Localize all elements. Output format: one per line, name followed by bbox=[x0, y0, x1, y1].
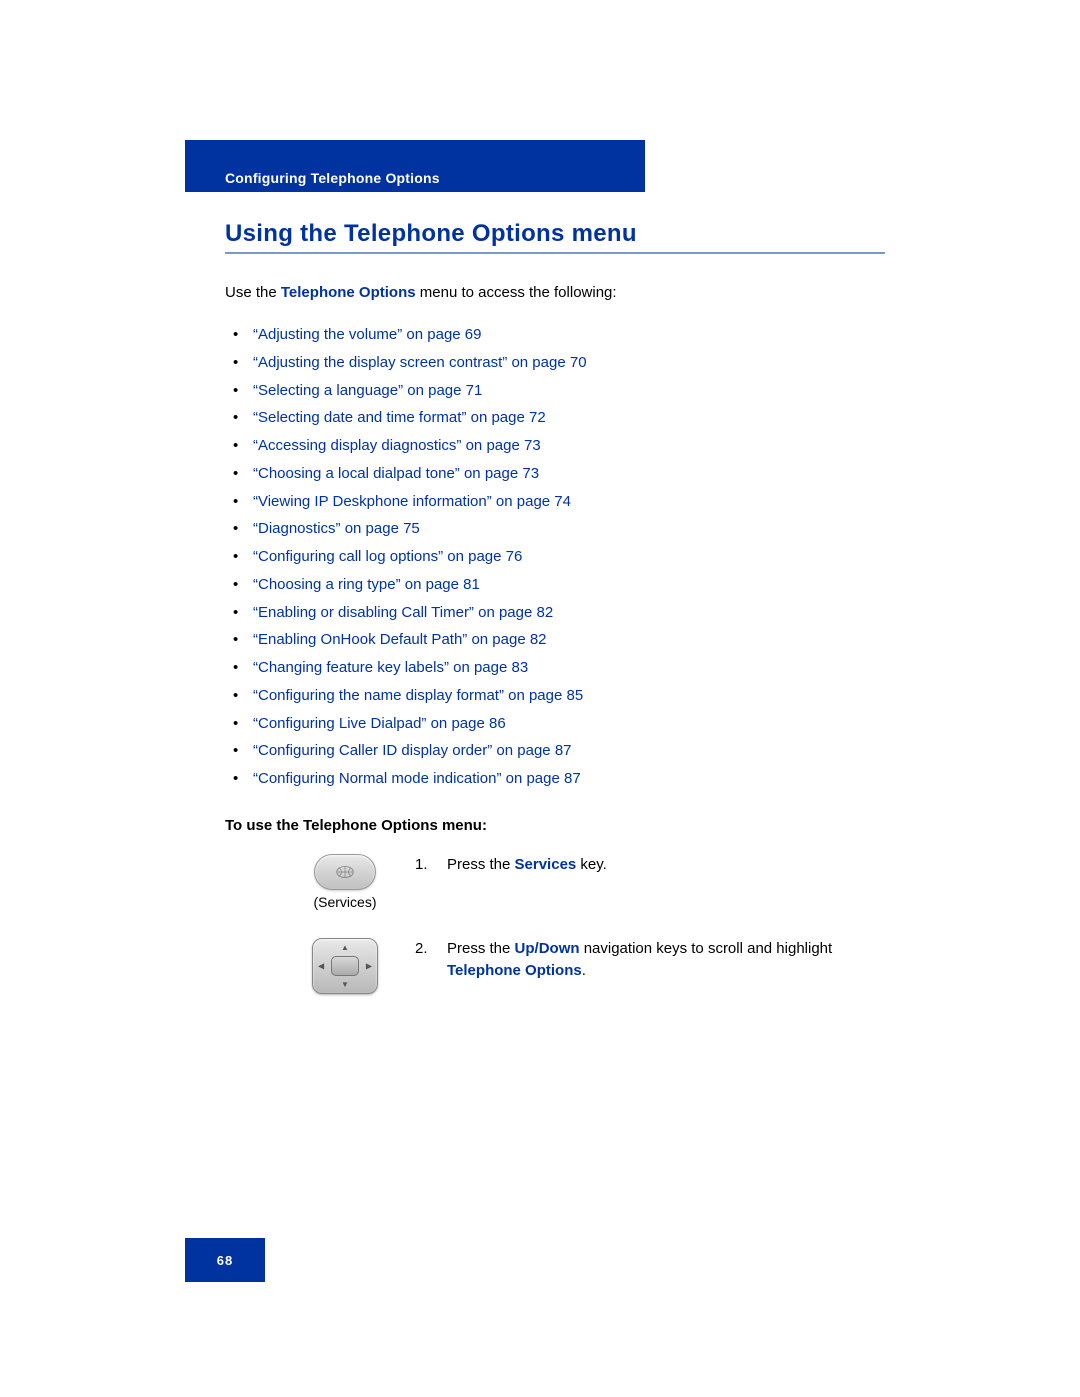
step-2-row: ▲ ▼ ◀ ▶ 2. Press the Up/Down navigation … bbox=[225, 938, 885, 994]
step-2-text: 2. Press the Up/Down navigation keys to … bbox=[415, 938, 885, 983]
step-number: 1. bbox=[415, 854, 433, 877]
xref-link[interactable]: “Diagnostics” on page 75 bbox=[253, 515, 885, 543]
xref-link[interactable]: “Choosing a ring type” on page 81 bbox=[253, 571, 885, 599]
step-text-part: . bbox=[582, 962, 586, 979]
xref-link[interactable]: “Enabling or disabling Call Timer” on pa… bbox=[253, 599, 885, 627]
step-body: Press the Services key. bbox=[447, 854, 607, 877]
procedure-heading: To use the Telephone Options menu: bbox=[225, 817, 885, 834]
page-number: 68 bbox=[217, 1253, 233, 1268]
document-page: Configuring Telephone Options Using the … bbox=[0, 0, 1080, 1397]
step-text-part: navigation keys to scroll and highlight bbox=[580, 940, 833, 957]
arrow-left-icon: ◀ bbox=[318, 961, 324, 970]
step-text-part: key. bbox=[576, 856, 607, 873]
xref-link[interactable]: “Selecting a language” on page 71 bbox=[253, 377, 885, 405]
arrow-right-icon: ▶ bbox=[366, 961, 372, 970]
intro-suffix: menu to access the following: bbox=[416, 284, 617, 301]
page-title: Using the Telephone Options menu bbox=[225, 220, 885, 254]
xref-link[interactable]: “Changing feature key labels” on page 83 bbox=[253, 654, 885, 682]
step-text-part: Press the bbox=[447, 940, 515, 957]
step-number: 2. bbox=[415, 938, 433, 983]
xref-link[interactable]: “Viewing IP Deskphone information” on pa… bbox=[253, 488, 885, 516]
navigation-key-icon: ▲ ▼ ◀ ▶ bbox=[312, 938, 378, 994]
enter-key-icon bbox=[331, 956, 359, 976]
globe-icon bbox=[334, 864, 356, 880]
services-key-illustration: (Services) bbox=[305, 854, 385, 910]
xref-link[interactable]: “Configuring the name display format” on… bbox=[253, 682, 885, 710]
arrow-down-icon: ▼ bbox=[341, 980, 349, 989]
nav-key-illustration: ▲ ▼ ◀ ▶ bbox=[305, 938, 385, 994]
step-text-part: Press the bbox=[447, 856, 515, 873]
section-header-banner: Configuring Telephone Options bbox=[185, 140, 645, 192]
xref-link[interactable]: “Adjusting the display screen contrast” … bbox=[253, 349, 885, 377]
section-header-text: Configuring Telephone Options bbox=[225, 170, 440, 186]
xref-link[interactable]: “Configuring Live Dialpad” on page 86 bbox=[253, 710, 885, 738]
xref-link[interactable]: “Accessing display diagnostics” on page … bbox=[253, 432, 885, 460]
intro-paragraph: Use the Telephone Options menu to access… bbox=[225, 284, 885, 301]
xref-link[interactable]: “Enabling OnHook Default Path” on page 8… bbox=[253, 626, 885, 654]
arrow-up-icon: ▲ bbox=[341, 943, 349, 952]
intro-bold: Telephone Options bbox=[281, 284, 416, 301]
xref-link[interactable]: “Configuring Normal mode indication” on … bbox=[253, 765, 885, 793]
step-text-bold: Up/Down bbox=[515, 940, 580, 957]
services-key-icon bbox=[314, 854, 376, 890]
services-key-label: (Services) bbox=[313, 894, 376, 910]
xref-link[interactable]: “Selecting date and time format” on page… bbox=[253, 404, 885, 432]
xref-link[interactable]: “Configuring call log options” on page 7… bbox=[253, 543, 885, 571]
cross-reference-list: “Adjusting the volume” on page 69 “Adjus… bbox=[225, 321, 885, 793]
step-text-bold: Services bbox=[515, 856, 577, 873]
page-content: Using the Telephone Options menu Use the… bbox=[225, 220, 885, 1022]
xref-link[interactable]: “Adjusting the volume” on page 69 bbox=[253, 321, 885, 349]
intro-prefix: Use the bbox=[225, 284, 281, 301]
step-1-row: (Services) 1. Press the Services key. bbox=[225, 854, 885, 910]
xref-link[interactable]: “Choosing a local dialpad tone” on page … bbox=[253, 460, 885, 488]
step-1-text: 1. Press the Services key. bbox=[415, 854, 885, 877]
step-body: Press the Up/Down navigation keys to scr… bbox=[447, 938, 885, 983]
xref-link[interactable]: “Configuring Caller ID display order” on… bbox=[253, 737, 885, 765]
page-number-box: 68 bbox=[185, 1238, 265, 1282]
step-text-bold: Telephone Options bbox=[447, 962, 582, 979]
